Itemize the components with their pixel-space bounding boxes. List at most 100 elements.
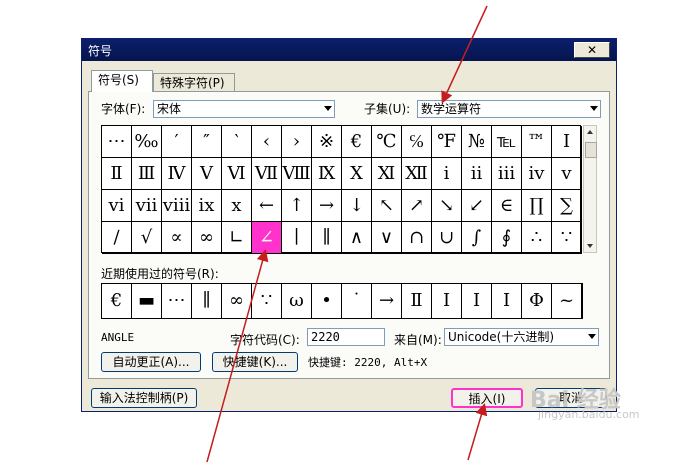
subset-select[interactable]: 数学运算符 xyxy=(417,100,601,118)
symbol-grid-scrollbar[interactable] xyxy=(583,125,597,253)
symbol-cell[interactable]: ↘ xyxy=(432,190,462,222)
symbol-cell[interactable]: ↙ xyxy=(462,190,492,222)
recent-symbol-cell[interactable]: • xyxy=(312,284,342,318)
symbol-grid[interactable]: ⋯ ‰ ′ ″ ‵ ‹ › ※ € ℃ ℅ ℉ № ℡ ™ Ⅰ Ⅱ Ⅲ Ⅳ Ⅴ Ⅵ Ⅶ Ⅷ Ⅸ Ⅹ Ⅺ Ⅻⅰ ⅱ ⅲ ⅳ ⅴ ⅵ ⅶ ⅷ ⅸ ⅹ ← ↑ →… xyxy=(101,125,582,254)
symbol-cell[interactable]: Ⅲ xyxy=(132,158,162,190)
recent-symbols-row[interactable]: € ▬ ⋯ ∥ ∞ ∵ ω • ˙ → Ⅱ Ⅰ Ⅰ Ⅰ Φ ~ xyxy=(101,283,583,319)
symbol-cell[interactable]: ※ xyxy=(312,126,342,158)
recent-symbol-cell[interactable]: Ⅱ xyxy=(402,284,432,318)
symbol-cell[interactable]: ⅶ xyxy=(132,190,162,222)
close-button[interactable]: ✕ xyxy=(574,42,610,58)
symbol-cell[interactable]: ∩ xyxy=(402,222,432,254)
recent-symbol-cell[interactable]: → xyxy=(372,284,402,318)
shortcut-key-button[interactable]: 快捷键(K)... xyxy=(212,352,298,372)
recent-symbol-cell[interactable]: ω xyxy=(282,284,312,318)
symbol-cell[interactable]: Ⅻ xyxy=(402,158,432,190)
symbol-cell[interactable]: Ⅺ xyxy=(372,158,402,190)
symbol-cell[interactable]: ⅲ xyxy=(492,158,522,190)
symbol-cell[interactable]: ∮ xyxy=(492,222,522,254)
symbol-cell[interactable]: ∣ xyxy=(282,222,312,254)
symbol-cell[interactable]: ⅹ xyxy=(222,190,252,222)
symbol-cell[interactable]: Ⅶ xyxy=(252,158,282,190)
symbol-cell[interactable]: ™ xyxy=(522,126,552,158)
symbol-cell[interactable]: ∪ xyxy=(432,222,462,254)
recent-symbol-cell[interactable]: ˙ xyxy=(342,284,372,318)
symbol-cell[interactable]: › xyxy=(282,126,312,158)
symbol-cell-selected[interactable]: ∠ xyxy=(252,222,282,254)
ime-control-button[interactable]: 输入法控制柄(P) xyxy=(91,388,197,408)
tab-symbols[interactable]: 符号(S) xyxy=(91,70,153,92)
symbol-cell[interactable]: ‰ xyxy=(132,126,162,158)
symbol-cell[interactable]: Ⅳ xyxy=(162,158,192,190)
watermark-url: jingyan.baidu.com xyxy=(538,408,640,421)
symbol-cell[interactable]: ↑ xyxy=(282,190,312,222)
symbol-cell[interactable]: ⅰ xyxy=(432,158,462,190)
symbol-cell[interactable]: ⅸ xyxy=(192,190,222,222)
symbol-cell[interactable]: ℃ xyxy=(372,126,402,158)
symbol-cell[interactable]: ∏ xyxy=(522,190,552,222)
symbol-cell[interactable]: ∈ xyxy=(492,190,522,222)
symbol-cell[interactable]: ∕ xyxy=(102,222,132,254)
char-code-input[interactable]: 2220 xyxy=(307,328,385,346)
recent-symbol-cell[interactable]: ⋯ xyxy=(162,284,192,318)
recent-symbol-cell[interactable]: Ⅰ xyxy=(432,284,462,318)
symbol-cell[interactable]: ∥ xyxy=(312,222,342,254)
from-select[interactable]: Unicode(十六进制) xyxy=(444,328,599,346)
symbol-cell[interactable]: ⅴ xyxy=(552,158,582,190)
symbol-cell[interactable]: ‹ xyxy=(252,126,282,158)
tab-special-chars[interactable]: 特殊字符(P) xyxy=(153,73,235,91)
symbol-cell[interactable]: ‵ xyxy=(222,126,252,158)
recent-symbol-cell[interactable]: ∵ xyxy=(252,284,282,318)
symbol-cell[interactable]: ∞ xyxy=(192,222,222,254)
font-select[interactable]: 宋体 xyxy=(153,100,335,118)
symbol-cell[interactable]: ℅ xyxy=(402,126,432,158)
subset-select-value: 数学运算符 xyxy=(421,102,482,116)
symbol-cell[interactable]: ″ xyxy=(192,126,222,158)
symbol-cell[interactable]: ℡ xyxy=(492,126,522,158)
symbol-cell[interactable]: ∫ xyxy=(462,222,492,254)
title-bar: 符号 ✕ xyxy=(82,39,616,61)
symbol-cell[interactable]: № xyxy=(462,126,492,158)
recent-symbol-cell[interactable]: ∥ xyxy=(192,284,222,318)
symbol-cell[interactable]: ⅱ xyxy=(462,158,492,190)
symbol-cell[interactable]: ← xyxy=(252,190,282,222)
symbol-cell[interactable]: Ⅱ xyxy=(102,158,132,190)
recent-symbol-cell[interactable]: ~ xyxy=(552,284,582,318)
symbol-cell[interactable]: ℉ xyxy=(432,126,462,158)
symbol-cell[interactable]: Ⅸ xyxy=(312,158,342,190)
recent-symbol-cell[interactable]: Φ xyxy=(522,284,552,318)
recent-symbol-cell[interactable]: ▬ xyxy=(132,284,162,318)
symbol-cell[interactable]: Ⅰ xyxy=(552,126,582,158)
symbol-cell[interactable]: ∑ xyxy=(552,190,582,222)
recent-symbol-cell[interactable]: € xyxy=(102,284,132,318)
symbol-cell[interactable]: ⅳ xyxy=(522,158,552,190)
symbol-cell[interactable]: ↖ xyxy=(372,190,402,222)
symbol-cell[interactable]: √ xyxy=(132,222,162,254)
symbol-cell[interactable]: ↓ xyxy=(342,190,372,222)
symbol-cell[interactable]: → xyxy=(312,190,342,222)
autocorrect-button[interactable]: 自动更正(A)... xyxy=(101,352,201,372)
symbol-cell[interactable]: ′ xyxy=(162,126,192,158)
recent-symbol-cell[interactable]: Ⅰ xyxy=(492,284,522,318)
symbol-cell[interactable]: Ⅹ xyxy=(342,158,372,190)
symbol-cell[interactable]: ∵ xyxy=(552,222,582,254)
symbol-cell[interactable]: Ⅵ xyxy=(222,158,252,190)
symbol-cell[interactable]: ↗ xyxy=(402,190,432,222)
symbol-cell[interactable]: ⅷ xyxy=(162,190,192,222)
symbol-cell[interactable]: Ⅷ xyxy=(282,158,312,190)
symbol-cell[interactable]: ∝ xyxy=(162,222,192,254)
symbol-cell[interactable]: ⅵ xyxy=(102,190,132,222)
symbol-cell[interactable]: ∧ xyxy=(342,222,372,254)
symbol-cell[interactable]: ∟ xyxy=(222,222,252,254)
recent-symbol-cell[interactable]: Ⅰ xyxy=(462,284,492,318)
scroll-down-icon[interactable] xyxy=(587,244,593,248)
recent-symbol-cell[interactable]: ∞ xyxy=(222,284,252,318)
symbol-cell[interactable]: € xyxy=(342,126,372,158)
scroll-thumb[interactable] xyxy=(585,142,597,158)
scroll-up-icon[interactable] xyxy=(587,130,593,134)
symbol-cell[interactable]: ∴ xyxy=(522,222,552,254)
symbol-cell[interactable]: ∨ xyxy=(372,222,402,254)
symbol-cell[interactable]: Ⅴ xyxy=(192,158,222,190)
symbol-cell[interactable]: ⋯ xyxy=(102,126,132,158)
insert-button[interactable]: 插入(I) xyxy=(451,388,523,408)
